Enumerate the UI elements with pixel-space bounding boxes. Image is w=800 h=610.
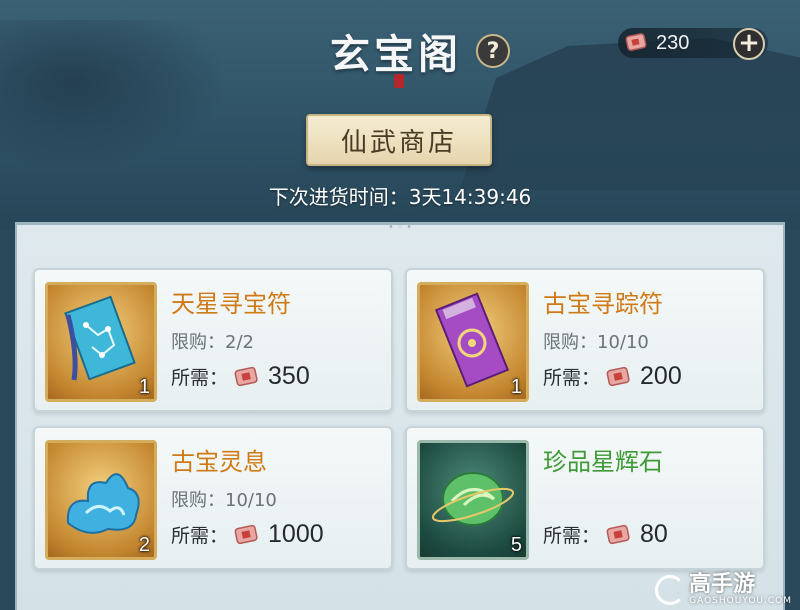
item-count: 5 [510, 534, 522, 556]
shop-tab[interactable]: 仙武商店 [306, 114, 492, 166]
page-title: 玄宝阁 [330, 31, 462, 78]
ticket-icon [232, 523, 260, 547]
item-name: 珍品星辉石 [543, 448, 663, 476]
item-count: 1 [138, 376, 150, 398]
watermark-text: 高手游 [689, 572, 756, 597]
item-thumbnail: 5 [417, 440, 529, 560]
item-count: 2 [138, 534, 150, 556]
price-value: 80 [640, 520, 668, 548]
price-value: 350 [268, 362, 310, 390]
price-label: 所需： [171, 367, 229, 389]
ticket-icon [232, 365, 260, 389]
shop-item-card[interactable]: 1 古宝寻踪符 限购：10/10 所需： 200 [405, 268, 765, 412]
item-purchase-limit: 限购：10/10 [543, 332, 649, 353]
item-price: 所需： 80 [543, 520, 668, 549]
item-price: 所需： 1000 [171, 520, 324, 549]
seal-icon [394, 74, 404, 88]
item-name: 古宝寻踪符 [543, 290, 663, 318]
price-label: 所需： [171, 525, 229, 547]
watermark-subtext: GAOSHOUYOU.COM [689, 596, 792, 606]
item-purchase-limit: 限购：10/10 [171, 490, 277, 511]
item-thumbnail: 2 [45, 440, 157, 560]
currency-amount: 230 [656, 31, 690, 54]
watermark: 高手游 GAOSHOUYOU.COM [655, 574, 792, 606]
restock-timer: 下次进货时间：3天14:39:46 [268, 185, 532, 209]
price-value: 1000 [268, 520, 324, 548]
item-thumbnail: 1 [45, 282, 157, 402]
ticket-icon [624, 32, 648, 54]
item-name: 天星寻宝符 [171, 290, 291, 318]
item-price: 所需： 350 [171, 362, 310, 391]
shop-item-card[interactable]: 5 珍品星辉石 所需： 80 [405, 426, 765, 570]
item-name: 古宝灵息 [171, 448, 267, 476]
shop-item-card[interactable]: 1 天星寻宝符 限购：2/2 所需： 350 [33, 268, 393, 412]
item-thumbnail: 1 [417, 282, 529, 402]
shop-item-card[interactable]: 2 古宝灵息 限购：10/10 所需： 1000 [33, 426, 393, 570]
add-currency-button[interactable]: + [733, 28, 765, 60]
item-count: 1 [510, 376, 522, 398]
help-button[interactable]: ? [476, 34, 510, 68]
watermark-logo-icon [655, 575, 686, 605]
price-label: 所需： [543, 525, 601, 547]
item-purchase-limit: 限购：2/2 [171, 332, 254, 353]
item-price: 所需： 200 [543, 362, 682, 391]
price-value: 200 [640, 362, 682, 390]
tree-silhouette [0, 20, 230, 170]
title-bar: 玄宝阁 ? [330, 22, 510, 80]
ticket-icon [604, 365, 632, 389]
divider-ornament-icon: • ◦ • [387, 222, 413, 233]
price-label: 所需： [543, 367, 601, 389]
ticket-icon [604, 523, 632, 547]
